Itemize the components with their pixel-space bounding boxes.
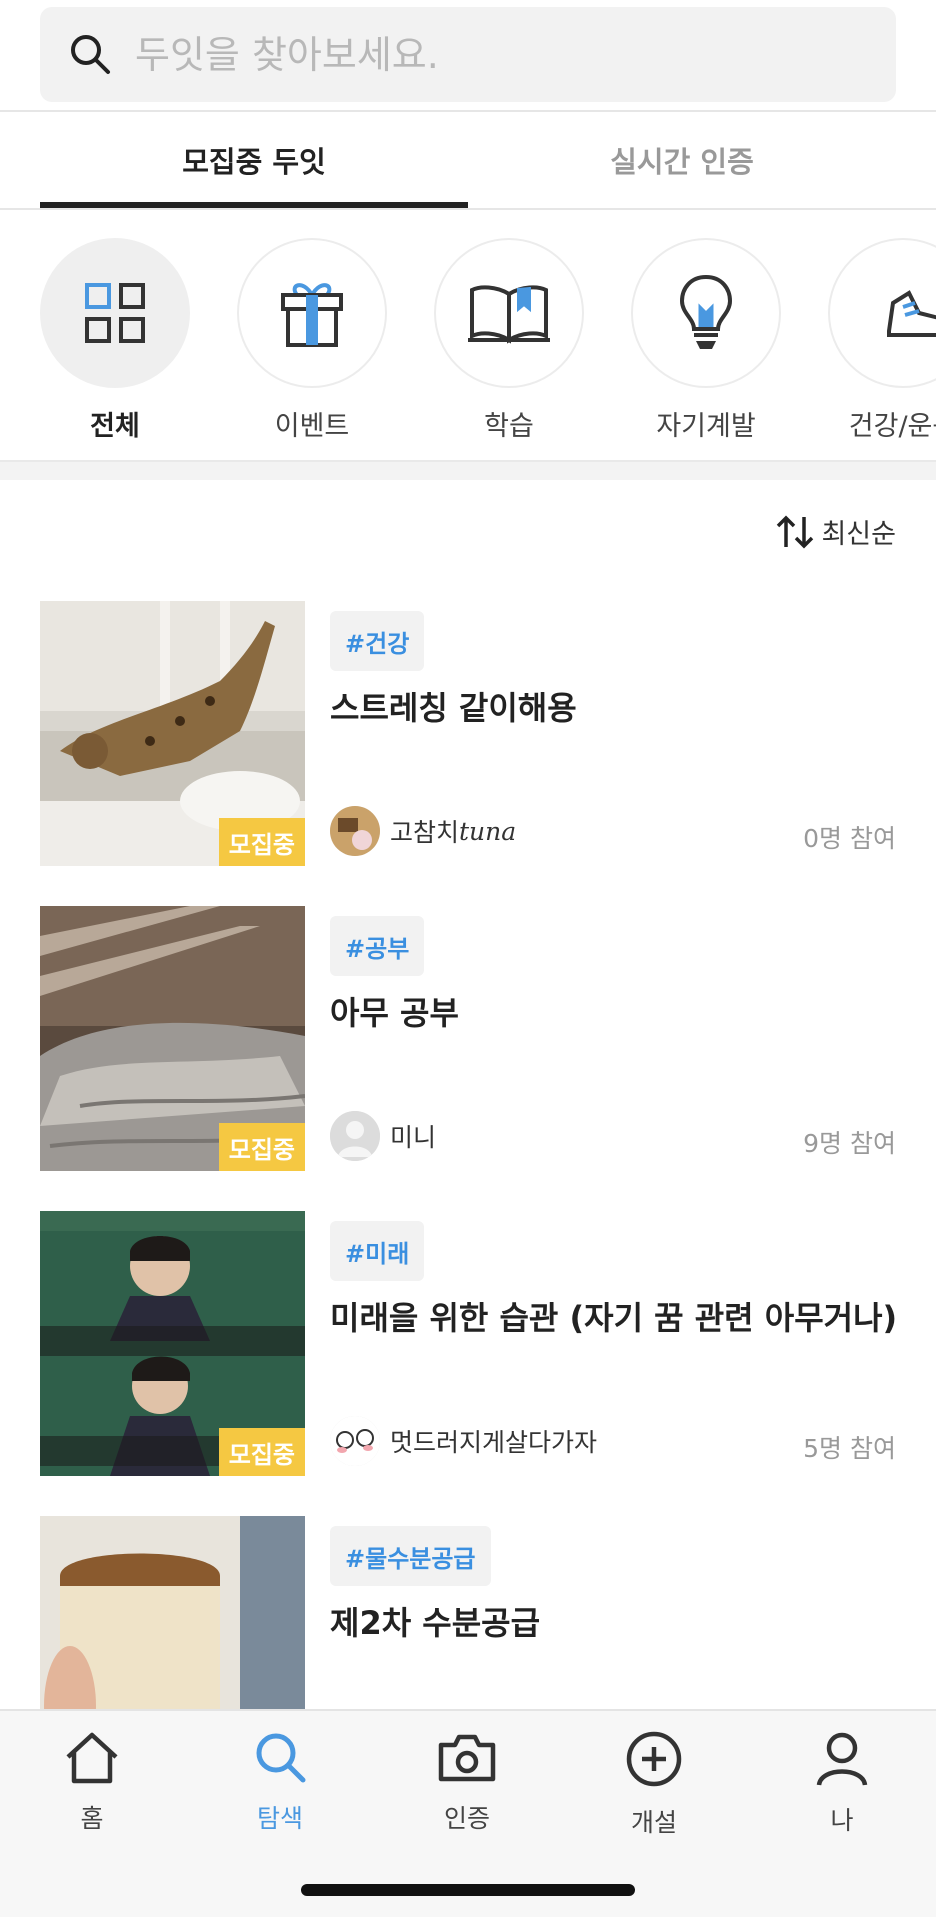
category-circle bbox=[237, 238, 387, 388]
book-icon bbox=[468, 285, 550, 344]
list-item[interactable]: 모집중 #미래 미래을 위한 습관 (자기 꿈 관련 아무거나) 멋드러지게살다… bbox=[40, 1211, 898, 1476]
category-label: 전체 bbox=[90, 411, 140, 442]
category-circle bbox=[828, 238, 936, 388]
thumbnail-tv-screenshot: 모집중 bbox=[40, 1211, 305, 1476]
author-name: 고참치 bbox=[390, 818, 460, 847]
nav-label: 홈 bbox=[80, 1804, 104, 1833]
avatar-placeholder bbox=[330, 1111, 380, 1161]
person-icon bbox=[816, 1732, 868, 1786]
home-indicator bbox=[301, 1884, 635, 1896]
participant-count: 5명 참여 bbox=[803, 1434, 896, 1463]
category-all[interactable]: 전체 bbox=[40, 238, 190, 443]
category-tag: #건강 bbox=[330, 611, 425, 671]
recruiting-badge: 모집중 bbox=[218, 1428, 305, 1476]
author-info: 고참치 tuna bbox=[330, 806, 516, 856]
search-icon bbox=[71, 35, 110, 74]
camera-icon bbox=[438, 1734, 496, 1782]
nav-explore[interactable]: 탐색 bbox=[220, 1731, 340, 1835]
category-row: 전체 이벤트 학습 자기계발 건강/운 bbox=[0, 210, 936, 460]
author-info: 멋드러지게살다가자 bbox=[330, 1416, 597, 1466]
home-icon bbox=[66, 1732, 118, 1784]
category-self-development[interactable]: 자기계발 bbox=[631, 238, 781, 443]
nav-create[interactable]: 개설 bbox=[594, 1731, 714, 1839]
item-title: 제2차 수분공급 bbox=[330, 1604, 541, 1642]
section-separator bbox=[0, 460, 936, 480]
item-title: 미래을 위한 습관 (자기 꿈 관련 아무거나) bbox=[330, 1299, 898, 1337]
search-icon bbox=[256, 1733, 306, 1783]
plus-circle-icon bbox=[626, 1731, 682, 1787]
nav-label: 나 bbox=[830, 1806, 854, 1835]
thumbnail-bed: 모집중 bbox=[40, 906, 305, 1171]
recruiting-badge: 모집중 bbox=[218, 818, 305, 866]
category-circle bbox=[40, 238, 190, 388]
lightbulb-icon bbox=[679, 274, 733, 349]
list-item[interactable]: 모집중 #공부 아무 공부 미니 9명 참여 bbox=[40, 906, 896, 1171]
thumbnail-cat-stretching: 모집중 bbox=[40, 601, 305, 866]
category-tag: #물수분공급 bbox=[330, 1526, 491, 1586]
list-item[interactable]: 모집중 #건강 스트레칭 같이해용 고참치 tuna 0명 참여 bbox=[40, 601, 896, 866]
avatar bbox=[330, 1416, 380, 1466]
participant-count: 9명 참여 bbox=[803, 1129, 896, 1158]
sneaker-icon bbox=[887, 290, 936, 337]
author-info: 미니 bbox=[330, 1111, 436, 1161]
category-circle bbox=[631, 238, 781, 388]
recruiting-badge: 모집중 bbox=[218, 1123, 305, 1171]
category-label: 건강/운동 bbox=[848, 411, 936, 442]
category-study[interactable]: 학습 bbox=[434, 238, 584, 443]
tab-live-verification[interactable]: 실시간 인증 bbox=[468, 112, 896, 208]
category-tag: #공부 bbox=[330, 916, 425, 976]
search-bar bbox=[0, 0, 936, 110]
nav-label: 탐색 bbox=[256, 1804, 303, 1833]
nav-home[interactable]: 홈 bbox=[32, 1731, 152, 1835]
item-title: 아무 공부 bbox=[330, 994, 459, 1032]
grid-icon bbox=[85, 283, 145, 343]
author-name: 멋드러지게살다가자 bbox=[390, 1428, 598, 1457]
item-title: 스트레칭 같이해용 bbox=[330, 689, 577, 727]
tab-bar: 모집중 두잇 실시간 인증 bbox=[0, 112, 936, 208]
search-input[interactable] bbox=[135, 7, 855, 102]
category-label: 이벤트 bbox=[274, 411, 350, 442]
nav-me[interactable]: 나 bbox=[782, 1731, 902, 1837]
category-circle bbox=[434, 238, 584, 388]
category-tag: #미래 bbox=[330, 1221, 425, 1281]
author-name-suffix: tuna bbox=[459, 816, 517, 846]
sort-button[interactable]: 최신순 bbox=[775, 512, 896, 551]
category-label: 자기계발 bbox=[656, 411, 756, 442]
sort-icon bbox=[777, 515, 814, 548]
sort-label: 최신순 bbox=[821, 519, 896, 550]
search-box[interactable] bbox=[40, 7, 896, 102]
participant-count: 0명 참여 bbox=[803, 824, 896, 853]
author-name: 미니 bbox=[390, 1123, 437, 1152]
nav-verify[interactable]: 인증 bbox=[407, 1731, 527, 1835]
category-health[interactable]: 건강/운동 bbox=[828, 238, 936, 443]
category-event[interactable]: 이벤트 bbox=[237, 238, 387, 443]
avatar bbox=[330, 806, 380, 856]
gift-icon bbox=[281, 283, 343, 347]
tab-recruiting[interactable]: 모집중 두잇 bbox=[40, 112, 468, 208]
category-label: 학습 bbox=[484, 411, 534, 442]
nav-label: 개설 bbox=[630, 1808, 677, 1837]
nav-label: 인증 bbox=[443, 1804, 490, 1833]
